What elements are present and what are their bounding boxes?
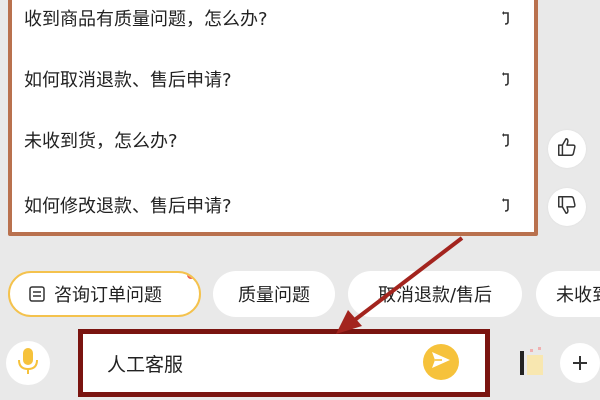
- extra-tools: [510, 339, 600, 391]
- chip-label: 质量问题: [238, 285, 310, 306]
- return-arrow-icon: [500, 71, 512, 87]
- faq-item-label: 如何取消退款、售后申请?: [24, 70, 232, 91]
- thumbs-down-icon: [556, 194, 578, 220]
- message-input[interactable]: 人工客服: [78, 329, 490, 397]
- return-arrow-icon: [500, 10, 512, 26]
- add-icon[interactable]: [560, 343, 600, 383]
- faq-item-label: 收到商品有质量问题，怎么办?: [24, 9, 268, 30]
- send-icon: [431, 351, 451, 373]
- faq-item-label: 如何修改退款、售后申请?: [24, 196, 232, 217]
- emoji-icon[interactable]: [518, 345, 550, 381]
- faq-item-cancel-refund[interactable]: 如何取消退款、售后申请?: [24, 64, 512, 94]
- faq-item-label: 未收到货，怎么办?: [24, 131, 178, 152]
- send-button[interactable]: [423, 344, 459, 380]
- thumbs-up-icon: [556, 136, 578, 162]
- notification-badge: [187, 273, 195, 279]
- chip-label: 咨询订单问题: [54, 285, 162, 306]
- return-arrow-icon: [500, 132, 512, 148]
- quick-chips: 咨询订单问题 质量问题 取消退款/售后 未收到: [0, 271, 600, 321]
- like-button[interactable]: [548, 130, 586, 168]
- message-input-value: 人工客服: [107, 354, 184, 376]
- faq-panel: 收到商品有质量问题，怎么办? 如何取消退款、售后申请? 未收到货，怎么办? 如何…: [8, 0, 538, 236]
- faq-item-not-received[interactable]: 未收到货，怎么办?: [24, 125, 512, 155]
- order-icon: [28, 285, 46, 303]
- microphone-icon: [17, 347, 39, 379]
- chip-not-received[interactable]: 未收到: [536, 271, 600, 317]
- voice-button[interactable]: [6, 341, 50, 385]
- chip-label: 取消退款/售后: [377, 285, 493, 306]
- dislike-button[interactable]: [548, 188, 586, 226]
- chip-quality[interactable]: 质量问题: [213, 271, 335, 317]
- chip-order-inquiry[interactable]: 咨询订单问题: [8, 271, 201, 317]
- composer-bar: 人工客服: [0, 329, 600, 400]
- chip-cancel-refund[interactable]: 取消退款/售后: [348, 271, 522, 317]
- chip-label: 未收到: [556, 285, 600, 306]
- return-arrow-icon: [500, 197, 512, 213]
- faq-item-modify-refund[interactable]: 如何修改退款、售后申请?: [24, 190, 512, 220]
- faq-item-quality[interactable]: 收到商品有质量问题，怎么办?: [24, 3, 512, 33]
